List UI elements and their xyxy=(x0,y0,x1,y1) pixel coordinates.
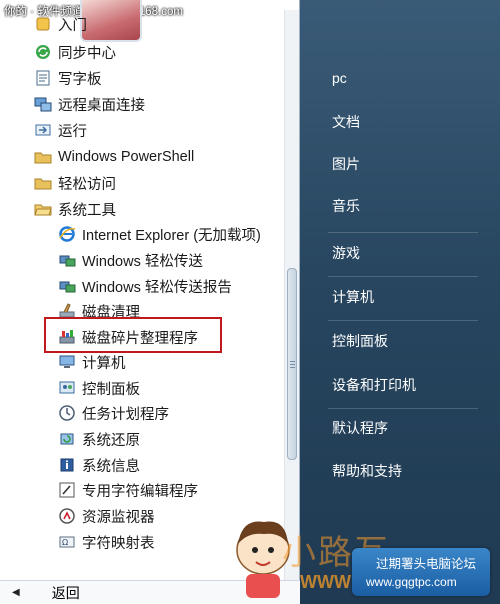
watermark-badge: 过期署头电脑论坛 www.gqgtpc.com xyxy=(352,548,490,596)
right-menu-item[interactable]: 帮助和支持 xyxy=(332,461,402,481)
program-item[interactable]: Internet Explorer (无加载项) xyxy=(58,222,261,246)
system-restore-icon xyxy=(58,430,76,448)
program-label: 字符映射表 xyxy=(82,535,155,552)
wordpad-icon xyxy=(34,69,52,87)
right-menu-item[interactable]: 控制面板 xyxy=(332,331,388,351)
internet-explorer-icon xyxy=(58,225,76,243)
program-label: 计算机 xyxy=(82,355,126,372)
svg-text:Ω: Ω xyxy=(62,538,68,547)
program-item[interactable]: Windows 轻松传送报告 xyxy=(58,274,232,298)
folder-open-icon xyxy=(34,200,52,218)
program-label: 任务计划程序 xyxy=(82,406,169,423)
program-item[interactable]: 计算机 xyxy=(58,350,126,374)
program-item[interactable]: 系统还原 xyxy=(58,427,140,451)
watermark-badge-title: 过期署头电脑论坛 xyxy=(376,557,477,571)
program-label: Internet Explorer (无加载项) xyxy=(82,227,261,244)
program-item[interactable]: 运行 xyxy=(34,118,87,142)
right-menu-item[interactable]: 设备和打印机 xyxy=(332,375,416,395)
highlight-box xyxy=(44,317,222,353)
right-menu-item[interactable]: 计算机 xyxy=(332,287,374,307)
right-menu-item[interactable]: 默认程序 xyxy=(332,418,388,438)
right-menu-item[interactable]: pc xyxy=(332,70,347,86)
program-item[interactable]: 入门 xyxy=(34,12,87,36)
program-label: 专用字符编辑程序 xyxy=(82,483,198,500)
watermark-www: WWW xyxy=(300,572,351,592)
right-menu-separator xyxy=(328,232,478,233)
right-menu-item[interactable]: 游戏 xyxy=(332,243,360,263)
program-item[interactable]: 资源监视器 xyxy=(58,504,155,528)
program-item[interactable]: 任务计划程序 xyxy=(58,401,169,425)
start-menu-right-pane xyxy=(300,0,500,603)
easy-transfer-icon xyxy=(58,251,76,269)
program-item[interactable]: 轻松访问 xyxy=(34,171,116,195)
right-menu-separator xyxy=(328,320,478,321)
right-menu-item[interactable]: 文档 xyxy=(332,112,360,132)
program-label: Windows PowerShell xyxy=(58,149,195,165)
character-map-icon: Ω xyxy=(58,533,76,551)
right-menu-separator xyxy=(328,408,478,409)
program-label: 系统信息 xyxy=(82,458,140,475)
control-panel-icon xyxy=(58,379,76,397)
program-item[interactable]: 系统工具 xyxy=(34,197,116,221)
back-label: 返回 xyxy=(51,584,80,601)
easy-transfer-report-icon xyxy=(58,277,76,295)
program-label: 轻松访问 xyxy=(58,176,116,193)
resource-monitor-icon xyxy=(58,507,76,525)
right-menu-separator xyxy=(328,276,478,277)
user-avatar[interactable] xyxy=(80,0,142,42)
program-item[interactable]: 控制面板 xyxy=(58,376,140,400)
scrollbar-thumb[interactable] xyxy=(287,268,297,460)
program-label: 远程桌面连接 xyxy=(58,97,145,114)
program-item[interactable]: 系统信息 xyxy=(58,453,140,477)
scrollbar[interactable] xyxy=(284,10,299,580)
program-item[interactable]: 专用字符编辑程序 xyxy=(58,478,198,502)
computer-icon xyxy=(58,353,76,371)
folder-icon xyxy=(34,174,52,192)
getting-started-icon xyxy=(34,15,52,33)
program-label: 系统工具 xyxy=(58,202,116,219)
back-arrow-icon: ◀ xyxy=(12,587,20,598)
folder-icon xyxy=(34,148,52,166)
right-menu-item[interactable]: 图片 xyxy=(332,154,360,174)
program-item[interactable]: Windows PowerShell xyxy=(34,145,194,169)
program-item[interactable]: 远程桌面连接 xyxy=(34,92,145,116)
program-item[interactable]: Ω 字符映射表 xyxy=(58,530,155,554)
private-character-editor-icon xyxy=(58,481,76,499)
program-label: 资源监视器 xyxy=(82,509,155,526)
system-information-icon xyxy=(58,456,76,474)
remote-desktop-icon xyxy=(34,95,52,113)
program-label: 同步中心 xyxy=(58,45,116,62)
program-label: 入门 xyxy=(58,17,87,34)
program-label: 系统还原 xyxy=(82,432,140,449)
sync-center-icon xyxy=(34,43,52,61)
program-label: 写字板 xyxy=(58,71,102,88)
task-scheduler-icon xyxy=(58,404,76,422)
program-item[interactable]: Windows 轻松传送 xyxy=(58,248,203,272)
watermark-badge-url: www.gqgtpc.com xyxy=(366,575,457,589)
program-item[interactable]: 同步中心 xyxy=(34,40,116,64)
program-label: 运行 xyxy=(58,123,87,140)
run-icon xyxy=(34,121,52,139)
right-menu-item[interactable]: 音乐 xyxy=(332,196,360,216)
program-label: 控制面板 xyxy=(82,381,140,398)
program-label: Windows 轻松传送报告 xyxy=(82,279,232,296)
program-label: Windows 轻松传送 xyxy=(82,253,203,270)
program-item[interactable]: 写字板 xyxy=(34,66,102,90)
